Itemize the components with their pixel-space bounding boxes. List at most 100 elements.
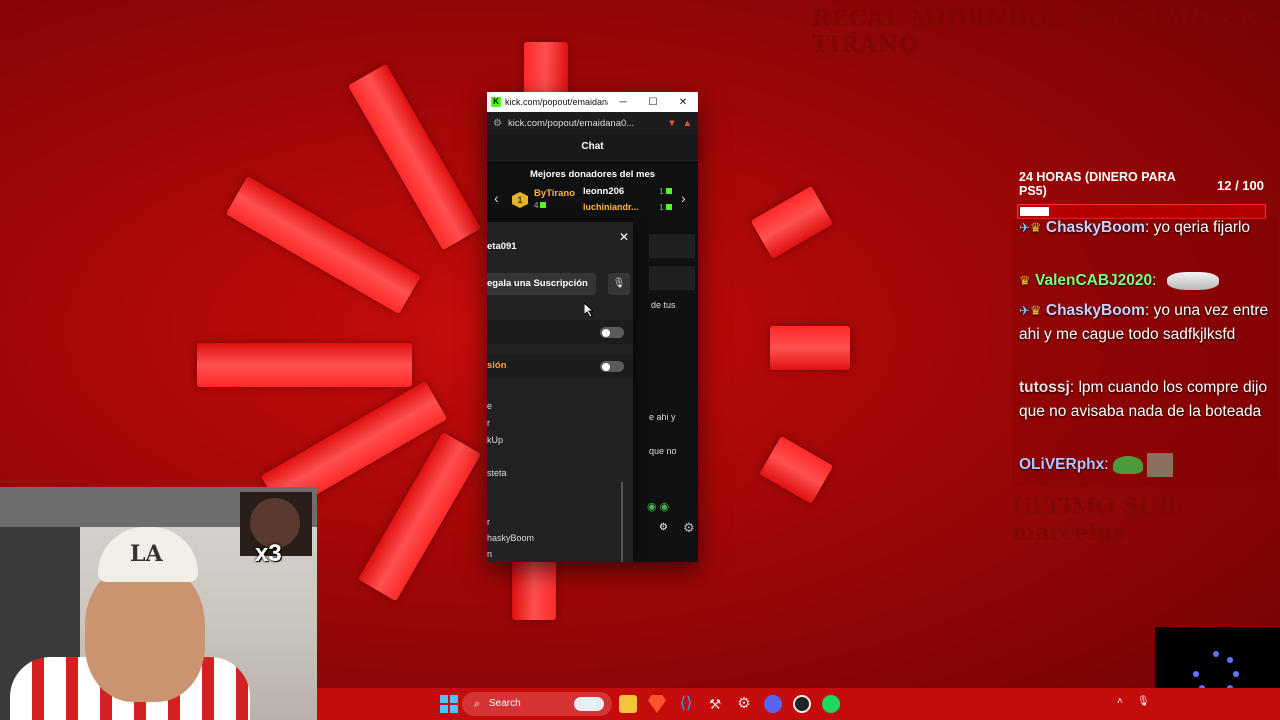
list-item[interactable]: r <box>487 517 490 527</box>
toggle-label: sión <box>487 360 507 371</box>
search-icon: ⌕ <box>474 698 481 710</box>
list-item[interactable]: r <box>487 418 490 428</box>
gem-icon <box>665 188 672 194</box>
site-settings-icon[interactable]: ⚙ <box>493 118 502 129</box>
chat-username: ValenCABJ2020 <box>1034 272 1153 289</box>
brave-shield-icon[interactable]: ▼ <box>667 118 676 129</box>
toggle-row <box>487 320 633 344</box>
crown-icon: ♛ <box>1029 303 1042 318</box>
list-item[interactable]: kUp <box>487 435 503 445</box>
chevron-right-icon[interactable]: › <box>681 190 686 206</box>
loader-dot <box>1227 657 1233 663</box>
window-titlebar: K kick.com/popout/emaidana... ─ ☐ ✕ <box>487 92 698 112</box>
chat-message: ♛ ValenCABJ2020: <box>1019 269 1269 293</box>
taskbar: ⌕ Search ⟨⟩ ⚒ ⚙ ˄ 🎙 <box>317 688 1280 720</box>
cap-logo: LA <box>130 541 163 567</box>
toggle-switch[interactable] <box>600 327 624 338</box>
chat-username: OLiVERphx <box>1019 456 1105 474</box>
search-box[interactable]: ⌕ Search <box>462 692 612 716</box>
vscode-icon[interactable]: ⟨⟩ <box>677 695 695 713</box>
chat-message: tutossj: lpm cuando los compre dijo que … <box>1019 379 1268 420</box>
search-highlight-icon <box>574 697 604 711</box>
file-explorer-icon[interactable] <box>619 695 637 713</box>
kick-logo-icon: K <box>491 97 501 107</box>
chat-fragment: e ahi y <box>649 412 676 422</box>
chat-settings-gear-icon[interactable]: ⚙ <box>683 520 695 536</box>
chevron-up-icon[interactable]: ˄ <box>1117 696 1123 707</box>
list-item[interactable]: steta <box>487 468 507 478</box>
chat-message: OLiVERphx: <box>1019 453 1269 477</box>
crown-icon: ♛ <box>1029 220 1042 235</box>
maximize-button[interactable]: ☐ <box>638 97 668 108</box>
pin-icon: ✈ <box>1019 303 1030 318</box>
search-placeholder: Search <box>489 698 521 709</box>
chevron-left-icon[interactable]: ‹ <box>494 190 499 206</box>
gem-icon <box>665 204 672 210</box>
donor-count: 4 <box>534 201 547 210</box>
spinner-bar <box>347 63 496 277</box>
chat-popup-window: K kick.com/popout/emaidana... ─ ☐ ✕ ⚙ ki… <box>487 92 698 562</box>
top-donors-carousel: ‹ 1 ByTirano 4 leonn206 1 luchiniandr...… <box>487 184 698 224</box>
mouse-cursor-icon <box>584 303 594 317</box>
emote-icon <box>1166 271 1219 290</box>
brave-rewards-icon[interactable]: ▲ <box>683 118 692 129</box>
spinner-bar <box>197 343 417 387</box>
obs-icon[interactable] <box>793 695 811 713</box>
donor-name[interactable]: ByTirano <box>534 188 575 199</box>
list-item[interactable]: e <box>487 401 492 411</box>
cap: LA <box>98 527 198 582</box>
loader-dot <box>1213 651 1219 657</box>
list-item[interactable]: n <box>487 549 492 559</box>
user-info-card: ✕ eta091 egala una Suscripción 🎙 sión e … <box>487 222 633 562</box>
loader-dot <box>1233 671 1239 677</box>
gift-subscription-button[interactable]: egala una Suscripción <box>487 273 596 295</box>
close-icon[interactable]: ✕ <box>619 230 629 244</box>
chat-message: ✈♛ ChaskyBoom: yo una vez entre ahi y me… <box>1019 302 1269 343</box>
crown-icon: ♛ <box>1019 273 1031 288</box>
donor-count: 1 <box>659 202 672 212</box>
donor-name[interactable]: luchiniandr... <box>583 202 639 212</box>
toggle-switch[interactable] <box>600 361 624 372</box>
goal-progress-fill <box>1020 207 1049 216</box>
pin-icon: ✈ <box>1019 220 1030 235</box>
gem-icon <box>540 202 547 208</box>
chat-block <box>649 266 695 290</box>
emote-icon: ◉ ◉ <box>647 501 670 513</box>
donor-count: 1 <box>659 186 672 196</box>
brave-browser-icon[interactable] <box>648 695 666 713</box>
spotify-icon[interactable] <box>822 695 840 713</box>
emote-icon <box>1147 453 1174 477</box>
top-donors-title: Mejores donadores del mes <box>529 169 656 180</box>
list-item[interactable]: haskyBoom <box>487 533 534 543</box>
toggle-row: sión <box>487 354 633 378</box>
background-title-text: RECAL MIORNDOS SUPREMO - P. TIRANO <box>812 6 1261 58</box>
scrollbar[interactable] <box>621 482 623 562</box>
chat-message: ✈♛ ChaskyBoom: yo qeria fijarlo <box>1019 219 1251 236</box>
chat-username: tutossj <box>1019 379 1070 396</box>
settings-icon[interactable]: ⚙ <box>659 522 668 533</box>
url-text[interactable]: kick.com/popout/emaidana0... <box>508 118 661 129</box>
mute-icon[interactable]: 🎙 <box>608 273 630 295</box>
chat-fragment: que no <box>649 446 677 456</box>
loader-dot <box>1193 671 1199 677</box>
windows-start-icon[interactable] <box>440 695 458 713</box>
card-username: eta091 <box>487 241 517 252</box>
close-button[interactable]: ✕ <box>668 97 698 108</box>
minimize-button[interactable]: ─ <box>608 97 638 108</box>
donor-name[interactable]: leonn206 <box>583 186 624 197</box>
goal-title: 24 HORAS (DINERO PARA PS5) <box>1019 170 1176 198</box>
chat-header: Chat <box>487 134 698 161</box>
address-bar[interactable]: ⚙ kick.com/popout/emaidana0... ▼ ▲ <box>487 112 698 134</box>
spinner-bar <box>225 175 439 324</box>
meme-multiplier: x3 <box>255 540 282 567</box>
discord-icon[interactable] <box>764 695 782 713</box>
overlay-chat: ✈♛ ChaskyBoom: yo qeria fijarlo ♛ ValenC… <box>1012 218 1278 486</box>
chat-messages-background: de tus e ahi y que no ◉ ◉ ⚙ ⚙ <box>633 222 698 562</box>
app-icon[interactable]: ⚒ <box>706 695 724 713</box>
chat-fragment: de tus <box>651 300 676 310</box>
settings-icon[interactable]: ⚙ <box>735 695 753 713</box>
window-title: kick.com/popout/emaidana... <box>505 97 608 107</box>
microphone-icon[interactable]: 🎙 <box>1137 696 1150 707</box>
gold-medal-icon: 1 <box>512 192 528 208</box>
chat-block <box>649 234 695 258</box>
